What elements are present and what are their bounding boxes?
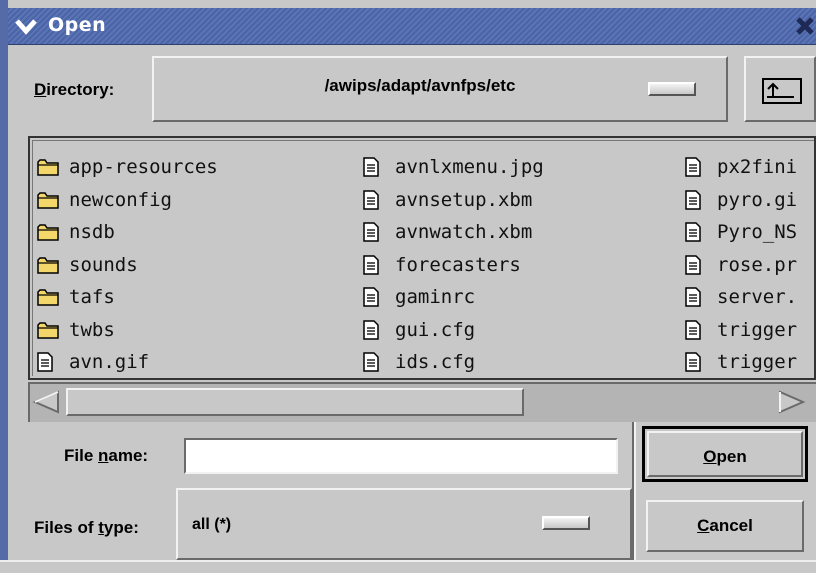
file-name: trigger <box>717 318 798 341</box>
file-name: ids.cfg <box>395 351 476 374</box>
file-item[interactable]: rose.pr <box>685 249 797 282</box>
document-icon <box>685 352 707 372</box>
file-name: gui.cfg <box>395 318 476 341</box>
file-column-3: px2fini pyro.gi Pyro_NS rose.pr server. trigg… <box>685 151 798 378</box>
button-area-divider <box>632 422 636 562</box>
file-name: avnwatch.xbm <box>395 221 533 244</box>
open-button[interactable]: Open <box>642 426 808 482</box>
document-icon <box>363 352 385 372</box>
scroll-left-arrow-icon[interactable] <box>32 390 62 414</box>
option-menu-indicator-icon <box>542 516 590 530</box>
document-icon <box>363 157 385 177</box>
file-type-value: all (*) <box>192 516 232 533</box>
file-item[interactable]: ids.cfg <box>363 346 544 378</box>
directory-label: Directory: <box>34 80 115 99</box>
horizontal-scrollbar[interactable] <box>28 382 816 422</box>
folder-up-icon <box>762 78 802 108</box>
document-icon <box>363 255 385 275</box>
file-list-viewport: app-resources newconfig nsdb sounds tafs twbs… <box>32 140 814 378</box>
file-name: tafs <box>69 286 115 309</box>
file-name: trigger <box>717 351 798 374</box>
file-item[interactable]: gui.cfg <box>363 314 544 347</box>
title-bar[interactable]: Open <box>8 8 816 45</box>
file-item[interactable]: trigger <box>685 314 797 347</box>
document-icon <box>685 255 707 275</box>
file-item[interactable]: px2fini <box>685 151 797 184</box>
document-icon <box>685 287 707 307</box>
file-name: sounds <box>69 253 138 276</box>
file-type-selector[interactable]: all (*) <box>176 488 632 560</box>
file-name: avn.gif <box>69 351 150 374</box>
folder-item[interactable]: sounds <box>37 249 218 282</box>
file-name: pyro.gi <box>717 188 798 211</box>
file-item[interactable]: trigger <box>685 346 798 378</box>
file-item[interactable]: pyro.gi <box>685 184 797 217</box>
open-button-face: Open <box>647 431 803 477</box>
folder-icon <box>37 255 59 275</box>
document-icon <box>685 157 707 177</box>
file-name: gaminrc <box>395 286 476 309</box>
open-dialog: Open Directory: /awips/adapt/avnfps/etc … <box>0 0 816 573</box>
file-item[interactable]: avnwatch.xbm <box>363 216 544 249</box>
file-column-1: app-resources newconfig nsdb sounds tafs twbs… <box>37 151 218 378</box>
document-icon <box>685 222 707 242</box>
file-name: avnlxmenu.jpg <box>395 156 544 179</box>
folder-icon <box>37 320 59 340</box>
folder-icon <box>37 222 59 242</box>
window-bottom-border <box>0 560 816 573</box>
file-name: app-resources <box>69 156 218 179</box>
file-item[interactable]: Pyro_NS <box>685 216 797 249</box>
file-item[interactable]: gaminrc <box>363 281 544 314</box>
folder-item[interactable]: newconfig <box>37 184 218 217</box>
file-type-label: Files of type: <box>34 518 139 537</box>
chevron-down-icon[interactable] <box>12 13 40 39</box>
document-icon <box>363 320 385 340</box>
document-icon <box>363 222 385 242</box>
file-name: rose.pr <box>717 253 798 276</box>
file-column-2: avnlxmenu.jpg avnsetup.xbm avnwatch.xbm for… <box>363 151 544 378</box>
file-name: Pyro_NS <box>717 221 798 244</box>
file-name-input[interactable] <box>184 438 618 474</box>
file-name: server. <box>717 286 798 309</box>
folder-icon <box>37 287 59 307</box>
window-title: Open <box>48 14 107 36</box>
cancel-button-label: Cancel <box>697 516 753 535</box>
file-item[interactable]: avn.gif <box>37 346 218 378</box>
folder-item[interactable]: app-resources <box>37 151 218 184</box>
open-button-label: Open <box>703 447 747 466</box>
folder-icon <box>37 157 59 177</box>
file-name: nsdb <box>69 221 115 244</box>
window-border <box>0 0 8 571</box>
document-icon <box>685 320 707 340</box>
folder-icon <box>37 190 59 210</box>
scroll-right-arrow-icon[interactable] <box>776 390 806 414</box>
scrollbar-thumb[interactable] <box>66 388 524 416</box>
file-name: forecasters <box>395 253 521 276</box>
close-icon[interactable] <box>792 13 816 39</box>
folder-item[interactable]: twbs <box>37 314 218 347</box>
directory-path: /awips/adapt/avnfps/etc <box>324 76 516 95</box>
file-name: px2fini <box>717 156 798 179</box>
file-name: avnsetup.xbm <box>395 188 533 211</box>
file-item[interactable]: avnlxmenu.jpg <box>363 151 544 184</box>
file-item[interactable]: forecasters <box>363 249 544 282</box>
document-icon <box>685 190 707 210</box>
file-name: twbs <box>69 318 115 341</box>
up-directory-button[interactable] <box>744 56 816 122</box>
file-item[interactable]: avnsetup.xbm <box>363 184 544 217</box>
folder-item[interactable]: tafs <box>37 281 218 314</box>
option-menu-indicator-icon <box>648 82 696 96</box>
document-icon <box>363 287 385 307</box>
file-list[interactable]: app-resources newconfig nsdb sounds tafs twbs… <box>28 136 816 380</box>
file-name: newconfig <box>69 188 172 211</box>
document-icon <box>363 190 385 210</box>
document-icon <box>37 352 59 372</box>
folder-item[interactable]: nsdb <box>37 216 218 249</box>
file-name-label: File name: <box>64 446 149 465</box>
cancel-button[interactable]: Cancel <box>646 500 804 552</box>
directory-selector[interactable]: /awips/adapt/avnfps/etc <box>152 56 728 122</box>
file-item[interactable]: server. <box>685 281 797 314</box>
